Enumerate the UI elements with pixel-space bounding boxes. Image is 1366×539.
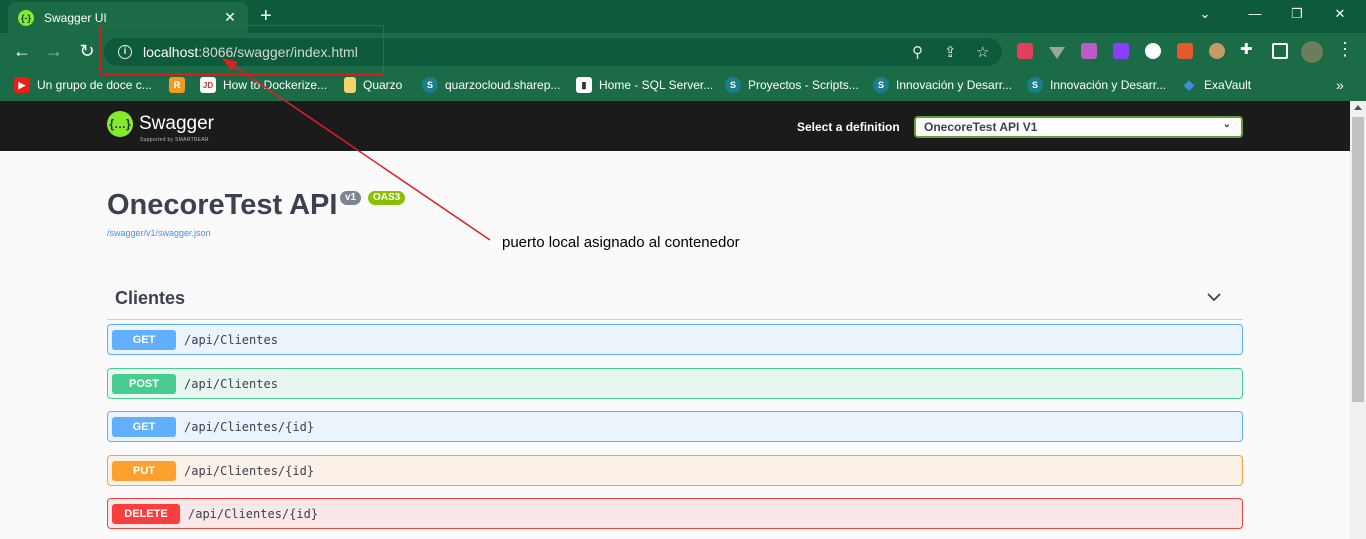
scroll-thumb[interactable] bbox=[1352, 117, 1364, 402]
bookmark-item[interactable]: ▮ Home - SQL Server... bbox=[576, 77, 713, 93]
extensions-puzzle-icon[interactable]: ✚ bbox=[1240, 40, 1256, 58]
operation-put-cliente[interactable]: PUT /api/Clientes/{id} bbox=[107, 455, 1243, 486]
section-divider bbox=[107, 319, 1243, 320]
bookmarks-bar: ▶ Un grupo de doce c... R JD How to Dock… bbox=[0, 71, 1366, 101]
bookmark-item[interactable]: Quarzo bbox=[344, 77, 402, 93]
browser-menu-icon[interactable]: ⋮ bbox=[1336, 39, 1354, 60]
scroll-up-icon[interactable] bbox=[1354, 105, 1362, 110]
browser-toolbar: ← → ↻ i localhost:8066/swagger/index.htm… bbox=[0, 33, 1366, 71]
swagger-favicon-icon: {-} bbox=[18, 9, 34, 26]
bookmark-label: Quarzo bbox=[363, 78, 403, 92]
method-badge: PUT bbox=[112, 461, 176, 481]
definition-select[interactable]: OnecoreTest API V1 ⌄ bbox=[914, 116, 1243, 138]
devtools-extension-icon[interactable] bbox=[1145, 43, 1161, 59]
back-icon[interactable]: ← bbox=[11, 41, 33, 61]
youtube-icon: ▶ bbox=[14, 77, 30, 93]
operation-delete-cliente[interactable]: DELETE /api/Clientes/{id} bbox=[107, 498, 1243, 529]
logo-subtitle: Supported by SMARTBEAR bbox=[140, 137, 209, 143]
method-badge: POST bbox=[112, 374, 176, 394]
address-bar[interactable]: i localhost:8066/swagger/index.html ⚲ ⇪ … bbox=[104, 38, 1002, 66]
site-info-icon[interactable]: i bbox=[118, 45, 132, 59]
zoom-icon[interactable]: ⚲ bbox=[912, 43, 923, 61]
bookmark-item[interactable]: R bbox=[169, 77, 192, 93]
tab-search-chevron-icon[interactable]: ⌄ bbox=[1195, 6, 1215, 22]
reload-icon[interactable]: ↻ bbox=[76, 41, 98, 61]
pocket-extension-icon[interactable] bbox=[1017, 43, 1033, 59]
chart-icon: ▮ bbox=[576, 77, 592, 93]
version-badge: v1 bbox=[340, 191, 362, 205]
definition-value: OnecoreTest API V1 bbox=[924, 120, 1038, 134]
browser-tab[interactable]: {-} Swagger UI ✕ bbox=[8, 2, 248, 33]
share-icon[interactable]: ⇪ bbox=[944, 43, 957, 61]
bookmark-label: Innovación y Desarr... bbox=[896, 78, 1013, 92]
bookmark-label: quarzocloud.sharep... bbox=[445, 78, 561, 92]
bookmark-item[interactable]: ▶ Un grupo de doce c... bbox=[14, 77, 152, 93]
minimize-icon[interactable]: — bbox=[1245, 6, 1265, 21]
new-tab-icon[interactable]: + bbox=[260, 6, 272, 26]
tab-title: Swagger UI bbox=[44, 10, 107, 25]
swagger-logo-icon: {…} bbox=[107, 111, 133, 137]
method-badge: GET bbox=[112, 330, 176, 350]
api-title: OnecoreTest API bbox=[107, 189, 338, 221]
bookmark-item[interactable]: ◆ ExaVault bbox=[1181, 77, 1251, 93]
more-bookmarks-icon[interactable]: » bbox=[1336, 77, 1344, 93]
page-scrollbar[interactable] bbox=[1350, 101, 1366, 539]
operation-path: /api/Clientes/{id} bbox=[184, 420, 315, 434]
bookmark-item[interactable]: S Proyectos - Scripts... bbox=[725, 77, 859, 93]
restore-icon[interactable]: ❐ bbox=[1287, 6, 1307, 22]
operation-get-cliente-by-id[interactable]: GET /api/Clientes/{id} bbox=[107, 411, 1243, 442]
sharepoint-icon: S bbox=[725, 77, 741, 93]
v-extension-icon[interactable] bbox=[1113, 43, 1129, 59]
bookmark-label: How to Dockerize... bbox=[223, 78, 328, 92]
bookmark-label: Un grupo de doce c... bbox=[37, 78, 152, 92]
close-tab-icon[interactable]: ✕ bbox=[222, 9, 238, 26]
definition-label: Select a definition bbox=[797, 120, 900, 134]
logo-text: Swagger bbox=[139, 113, 214, 134]
url-text[interactable]: localhost:8066/swagger/index.html bbox=[143, 44, 358, 60]
graphql-extension-icon[interactable] bbox=[1081, 43, 1097, 59]
chevron-down-icon: ⌄ bbox=[1222, 119, 1231, 130]
operation-path: /api/Clientes bbox=[184, 377, 278, 391]
tab-strip: {-} Swagger UI ✕ + ⌄ — ❐ ✕ bbox=[0, 0, 1366, 33]
annotation-text: puerto local asignado al contenedor bbox=[502, 234, 740, 251]
notification-extension-icon[interactable] bbox=[1177, 43, 1193, 59]
bookmark-label: Innovación y Desarr... bbox=[1050, 78, 1167, 92]
spec-link[interactable]: /swagger/v1/swagger.json bbox=[107, 228, 211, 238]
bookmark-item[interactable]: S quarzocloud.sharep... bbox=[422, 77, 560, 93]
operation-path: /api/Clientes bbox=[184, 333, 278, 347]
sharepoint-icon: S bbox=[1027, 77, 1043, 93]
folder-icon bbox=[344, 77, 356, 93]
sharepoint-icon: S bbox=[422, 77, 438, 93]
method-badge: DELETE bbox=[112, 504, 180, 524]
oas-badge: OAS3 bbox=[368, 191, 406, 205]
r-icon: R bbox=[169, 77, 185, 93]
bookmark-item[interactable]: JD How to Dockerize... bbox=[200, 77, 327, 93]
operation-path: /api/Clientes/{id} bbox=[184, 464, 315, 478]
section-title[interactable]: Clientes bbox=[115, 288, 185, 309]
bookmark-item[interactable]: S Innovación y Desarr... bbox=[873, 77, 1012, 93]
vue-extension-icon[interactable] bbox=[1049, 47, 1065, 59]
swagger-logo[interactable]: {…} Swagger Supported by SMARTBEAR bbox=[107, 111, 214, 143]
bookmark-label: Proyectos - Scripts... bbox=[748, 78, 859, 92]
operation-path: /api/Clientes/{id} bbox=[188, 507, 319, 521]
profile-avatar[interactable] bbox=[1301, 41, 1323, 63]
bookmark-label: ExaVault bbox=[1204, 78, 1252, 92]
side-panel-icon[interactable] bbox=[1272, 43, 1288, 59]
bookmark-label: Home - SQL Server... bbox=[599, 78, 714, 92]
operation-get-clientes[interactable]: GET /api/Clientes bbox=[107, 324, 1243, 355]
bookmark-star-icon[interactable]: ☆ bbox=[976, 43, 989, 61]
operation-post-clientes[interactable]: POST /api/Clientes bbox=[107, 368, 1243, 399]
jd-icon: JD bbox=[200, 77, 216, 93]
exavault-icon: ◆ bbox=[1184, 77, 1194, 92]
method-badge: GET bbox=[112, 417, 176, 437]
sharepoint-icon: S bbox=[873, 77, 889, 93]
bookmark-item[interactable]: S Innovación y Desarr... bbox=[1027, 77, 1166, 93]
collapse-chevron-icon[interactable] bbox=[1204, 287, 1224, 307]
close-window-icon[interactable]: ✕ bbox=[1330, 6, 1350, 22]
face-extension-icon[interactable] bbox=[1209, 43, 1225, 59]
swagger-topbar: {…} Swagger Supported by SMARTBEAR Selec… bbox=[0, 101, 1350, 151]
forward-icon[interactable]: → bbox=[43, 41, 65, 61]
